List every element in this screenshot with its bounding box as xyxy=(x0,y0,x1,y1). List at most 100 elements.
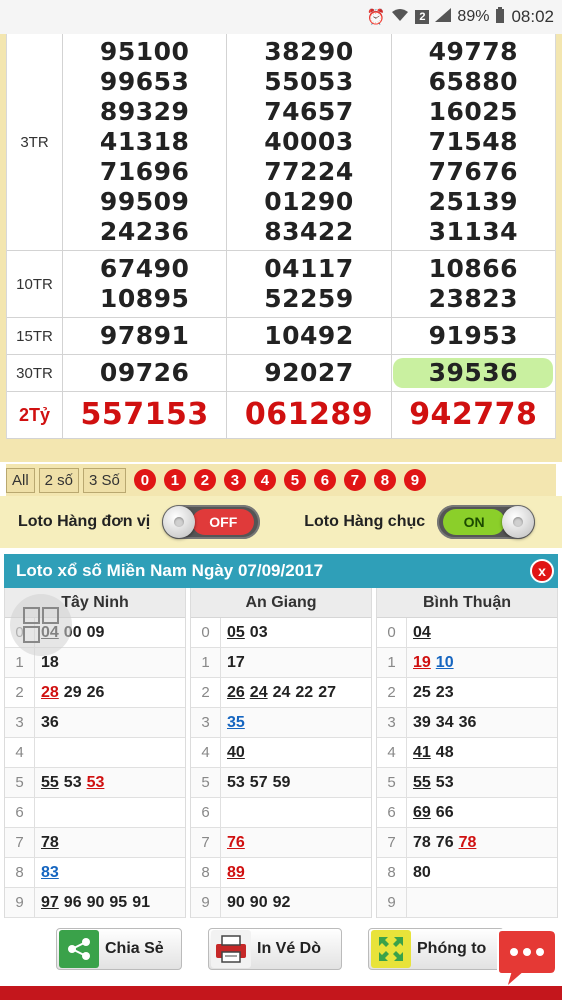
digit-filter-button[interactable]: 2 xyxy=(193,469,216,491)
lottery-number: 23823 xyxy=(428,284,519,313)
loto-head-digit: 6 xyxy=(5,798,35,827)
share-label: Chia Sẻ xyxy=(105,940,164,957)
loto-number: 28 xyxy=(41,683,59,701)
tens-toggle-state: ON xyxy=(443,509,506,535)
loto-head-digit: 5 xyxy=(377,768,407,797)
digit-filter-button[interactable]: 0 xyxy=(133,469,156,491)
digit-filter-button[interactable]: 4 xyxy=(253,469,276,491)
loto-number: 69 xyxy=(413,803,431,821)
loto-number: 92 xyxy=(272,893,291,911)
loto-row: 3 39 34 36 xyxy=(377,708,557,738)
toggle-knob-icon xyxy=(502,506,535,538)
chat-bubble-icon[interactable] xyxy=(492,928,560,991)
lottery-number: 67490 xyxy=(99,254,190,283)
lottery-number: 04117 xyxy=(264,254,354,283)
loto-row: 0 05 03 xyxy=(191,618,371,648)
digit-filter-button[interactable]: 7 xyxy=(343,469,366,491)
loto-number: 40 xyxy=(227,743,245,761)
lottery-number: 557153 xyxy=(80,397,209,432)
bottom-bar: Chia Sẻ In Vé Dò Phóng to xyxy=(0,922,562,980)
digit-filter-button[interactable]: 8 xyxy=(373,469,396,491)
loto-number: 03 xyxy=(249,623,268,641)
filter-chip[interactable]: 3 Số xyxy=(83,467,126,493)
digit-filter-button[interactable]: 5 xyxy=(283,469,306,491)
printer-icon xyxy=(211,930,251,968)
share-button[interactable]: Chia Sẻ xyxy=(56,928,182,970)
prize-label: 3TR xyxy=(7,34,63,250)
loto-number: 97 xyxy=(41,893,59,911)
loto-row: 6 xyxy=(5,798,185,828)
lottery-number: 49778 xyxy=(428,37,519,66)
loto-row: 9 xyxy=(377,888,557,918)
loto-number: 10 xyxy=(435,653,454,671)
loto-head-digit: 9 xyxy=(5,888,35,917)
loto-head-digit: 8 xyxy=(191,858,221,887)
loto-values: 90 90 92 xyxy=(221,888,371,917)
prize-label: 10TR xyxy=(7,251,63,317)
prize-column: 49778 65880 16025 71548 77676 25139 31134 xyxy=(392,34,555,250)
loto-row: 4 41 48 xyxy=(377,738,557,768)
loto-values xyxy=(35,798,185,827)
loto-row: 5 55 53 53 xyxy=(5,768,185,798)
loto-head-digit: 3 xyxy=(191,708,221,737)
loto-head-digit: 2 xyxy=(377,678,407,707)
loto-number: 90 xyxy=(227,893,245,911)
print-button[interactable]: In Vé Dò xyxy=(208,928,342,970)
multi-window-icon[interactable] xyxy=(10,594,72,656)
digit-filter-button[interactable]: 3 xyxy=(223,469,246,491)
lottery-number: 95100 xyxy=(99,37,190,66)
tens-toggle-label: Loto Hàng chục xyxy=(304,513,426,530)
loto-head-digit: 8 xyxy=(377,858,407,887)
loto-values: 25 23 xyxy=(407,678,557,707)
sim-badge: 2 xyxy=(415,10,430,24)
loto-number: 55 xyxy=(413,773,431,791)
lottery-number: 24236 xyxy=(99,217,190,246)
wifi-icon xyxy=(391,8,409,26)
lottery-number: 40003 xyxy=(264,127,354,156)
expand-icon xyxy=(371,930,411,968)
digit-filter-button[interactable]: 1 xyxy=(163,469,186,491)
loto-values: 04 xyxy=(407,618,557,647)
close-button[interactable]: x xyxy=(530,559,554,583)
loto-values: 26 24 24 22 27 xyxy=(221,678,371,707)
lottery-number: 31134 xyxy=(428,217,519,246)
lottery-number: 91953 xyxy=(428,321,519,350)
loto-values: 35 xyxy=(221,708,371,737)
loto-row: 7 78 xyxy=(5,828,185,858)
loto-row: 5 55 53 xyxy=(377,768,557,798)
loto-number: 96 xyxy=(63,893,82,911)
prize-column: 04117 52259 xyxy=(227,251,392,317)
lottery-number: 77224 xyxy=(264,157,354,186)
zoom-button[interactable]: Phóng to xyxy=(368,928,504,970)
digit-filter-button[interactable]: 9 xyxy=(403,469,426,491)
loto-head-digit: 4 xyxy=(5,738,35,767)
digit-filter-button[interactable]: 6 xyxy=(313,469,336,491)
loto-row: 4 40 xyxy=(191,738,371,768)
loto-number: 83 xyxy=(41,863,59,881)
unit-toggle[interactable]: OFF xyxy=(162,505,261,539)
prize-column: 91953 xyxy=(392,318,555,354)
loto-values: 18 xyxy=(35,648,185,677)
loto-number: 90 xyxy=(86,893,105,911)
loto-head-digit: 9 xyxy=(377,888,407,917)
prize-label: 30TR xyxy=(7,355,63,391)
tens-toggle[interactable]: ON xyxy=(437,505,536,539)
clock: 08:02 xyxy=(511,7,554,26)
loto-head-digit: 2 xyxy=(5,678,35,707)
prize-label: 2Tỷ xyxy=(7,392,63,438)
filter-chip[interactable]: All xyxy=(6,467,35,493)
loto-number: 66 xyxy=(435,803,454,821)
loto-head-digit: 7 xyxy=(5,828,35,857)
loto-head-digit: 0 xyxy=(377,618,407,647)
loto-row: 3 36 xyxy=(5,708,185,738)
loto-values: 83 xyxy=(35,858,185,887)
loto-row: 2 28 29 26 xyxy=(5,678,185,708)
loto-number: 27 xyxy=(318,683,336,701)
loto-row: 9 90 90 92 xyxy=(191,888,371,918)
loto-number: 09 xyxy=(86,623,105,641)
toggle-row: Loto Hàng đơn vị OFF Loto Hàng chục ON xyxy=(0,496,562,548)
loto-number: 29 xyxy=(63,683,82,701)
lottery-number: 92027 xyxy=(264,358,354,387)
filter-chip[interactable]: 2 số xyxy=(38,467,80,493)
unit-toggle-label: Loto Hàng đơn vị xyxy=(18,513,151,530)
